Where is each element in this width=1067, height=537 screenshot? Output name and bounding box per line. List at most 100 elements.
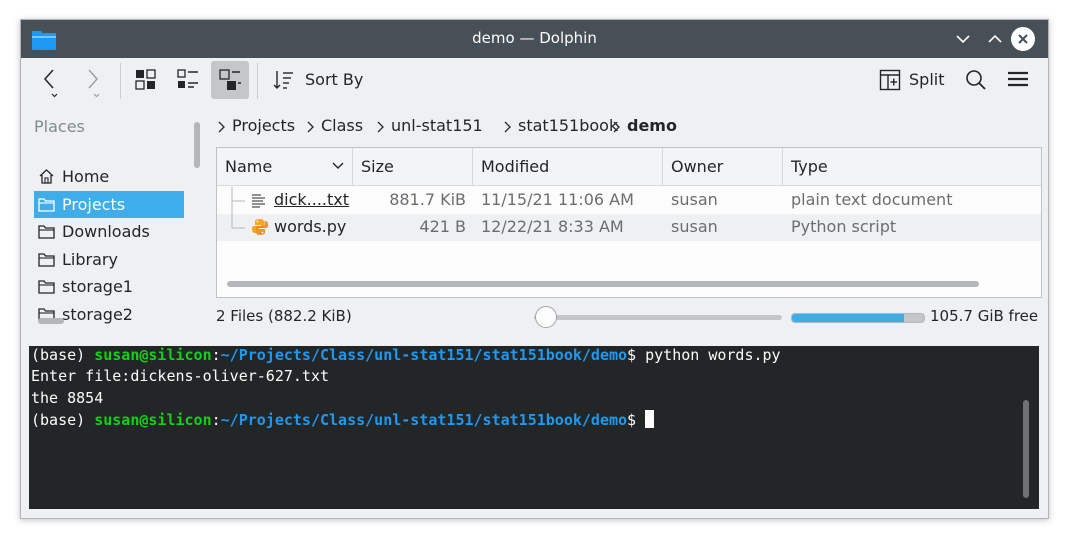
terminal-line: (base) susan@silicon:~/Projects/Class/un… — [31, 346, 781, 364]
column-owner-label: Owner — [671, 157, 724, 176]
chevron-right-icon — [216, 121, 226, 133]
file-owner: susan — [671, 190, 718, 209]
chevron-right-icon — [611, 121, 621, 133]
minimize-button[interactable] — [951, 27, 975, 51]
places-vertical-scrollbar[interactable] — [194, 122, 200, 168]
terminal-panel[interactable]: (base) susan@silicon:~/Projects/Class/un… — [29, 346, 1039, 509]
places-item-label: Downloads — [62, 222, 150, 241]
folder-icon — [38, 196, 55, 213]
split-icon — [879, 69, 901, 91]
breadcrumb-item[interactable]: demo — [627, 116, 677, 135]
free-space-label: 105.7 GiB free — [930, 307, 1039, 325]
file-row[interactable]: words.py 421 B 12/22/21 8:33 AM susan Py… — [217, 214, 1041, 241]
prompt-env: (base) — [31, 346, 95, 364]
zoom-slider-handle[interactable] — [535, 306, 557, 328]
chevron-down-icon — [331, 160, 345, 172]
file-size: 421 B — [419, 217, 466, 236]
prompt-path: ~/Projects/Class/unl-stat151/stat151book… — [220, 346, 628, 364]
tree-line — [231, 187, 247, 214]
title-bar[interactable]: demo — Dolphin — [21, 20, 1048, 58]
file-owner: susan — [671, 217, 718, 236]
split-button[interactable]: Split — [877, 62, 947, 98]
hamburger-menu-icon[interactable] — [1003, 62, 1033, 98]
toolbar-separator — [257, 63, 258, 99]
column-type[interactable]: Type — [783, 148, 1040, 185]
status-summary: 2 Files (882.2 KiB) — [216, 307, 352, 325]
places-item-storage1[interactable]: storage1 — [34, 273, 184, 300]
details-view-button[interactable] — [211, 61, 249, 99]
terminal-line: (base) susan@silicon:~/Projects/Class/un… — [31, 410, 655, 429]
breadcrumb-item[interactable]: stat151book — [518, 116, 618, 135]
toolbar: Sort By Split — [21, 58, 1048, 106]
dolphin-window: demo — Dolphin Sort By Split Places Home… — [20, 19, 1049, 519]
column-modified-label: Modified — [481, 157, 550, 176]
folder-icon — [38, 251, 55, 268]
terminal-cursor — [645, 410, 655, 428]
terminal-command: python words.py — [645, 346, 781, 364]
column-size[interactable]: Size — [353, 148, 473, 185]
places-item-label: storage1 — [62, 277, 133, 296]
terminal-output-line: the 8854 — [31, 389, 104, 407]
places-horizontal-scrollbar[interactable] — [38, 318, 64, 324]
prompt-user: susan@silicon — [94, 346, 212, 364]
prompt-symbol: $ — [627, 346, 646, 364]
file-type: plain text document — [791, 190, 953, 209]
maximize-button[interactable] — [983, 27, 1007, 51]
file-type: Python script — [791, 217, 897, 236]
prompt-separator: : — [211, 411, 221, 429]
column-type-label: Type — [791, 157, 828, 176]
places-item-downloads[interactable]: Downloads — [34, 218, 184, 245]
breadcrumb-item[interactable]: Class — [321, 116, 363, 135]
compact-view-button[interactable] — [170, 62, 206, 98]
file-name[interactable]: words.py — [274, 217, 346, 236]
places-item-label: storage2 — [62, 304, 133, 324]
places-item-label: Library — [62, 249, 118, 269]
breadcrumb-item[interactable]: unl-stat151 — [391, 116, 483, 135]
forward-button[interactable] — [77, 62, 113, 98]
file-modified: 11/15/21 11:06 AM — [481, 190, 634, 209]
chevron-right-icon — [305, 121, 315, 133]
split-label: Split — [909, 70, 945, 89]
free-space-bar — [791, 313, 925, 323]
home-icon — [38, 168, 55, 185]
python-file-icon — [251, 218, 269, 236]
places-item-home[interactable]: Home — [34, 163, 184, 190]
prompt-env: (base) — [31, 411, 95, 429]
column-name[interactable]: Name — [217, 148, 353, 185]
folder-icon — [38, 278, 55, 295]
text-file-icon — [251, 192, 267, 209]
icons-view-button[interactable] — [128, 62, 164, 98]
prompt-separator: : — [211, 346, 221, 364]
column-modified[interactable]: Modified — [473, 148, 663, 185]
terminal-scrollbar[interactable] — [1023, 400, 1029, 498]
toolbar-separator — [120, 63, 121, 99]
column-owner[interactable]: Owner — [663, 148, 783, 185]
column-header: Name Size Modified Owner Type — [217, 148, 1041, 186]
places-item-library[interactable]: Library — [34, 246, 184, 273]
prompt-path: ~/Projects/Class/unl-stat151/stat151book… — [220, 411, 628, 429]
column-name-label: Name — [225, 157, 273, 176]
file-list-view: Name Size Modified Owner Type dick....tx… — [216, 147, 1042, 298]
chevron-right-icon — [375, 121, 385, 133]
close-button[interactable] — [1011, 27, 1035, 51]
sort-by-button[interactable]: Sort By — [273, 62, 365, 98]
file-view-horizontal-scrollbar[interactable] — [227, 281, 979, 287]
column-size-label: Size — [361, 157, 394, 176]
zoom-slider-track[interactable] — [534, 315, 782, 320]
terminal-output-line: Enter file:dickens-oliver-627.txt — [31, 367, 330, 385]
sort-by-label: Sort By — [305, 70, 364, 89]
file-name[interactable]: dick....txt — [274, 190, 349, 209]
back-button[interactable] — [35, 62, 71, 98]
prompt-user: susan@silicon — [94, 411, 212, 429]
free-space-bar-fill — [792, 314, 905, 322]
chevron-right-icon — [502, 121, 512, 133]
breadcrumb-item[interactable]: Projects — [232, 116, 295, 135]
places-title: Places — [34, 117, 85, 136]
tree-line — [231, 214, 247, 241]
places-item-projects[interactable]: Projects — [34, 190, 184, 218]
places-item-label: Home — [62, 167, 110, 186]
file-modified: 12/22/21 8:33 AM — [481, 217, 624, 236]
search-icon[interactable] — [961, 62, 991, 98]
sort-icon — [273, 68, 297, 92]
file-row[interactable]: dick....txt 881.7 KiB 11/15/21 11:06 AM … — [217, 187, 1041, 214]
